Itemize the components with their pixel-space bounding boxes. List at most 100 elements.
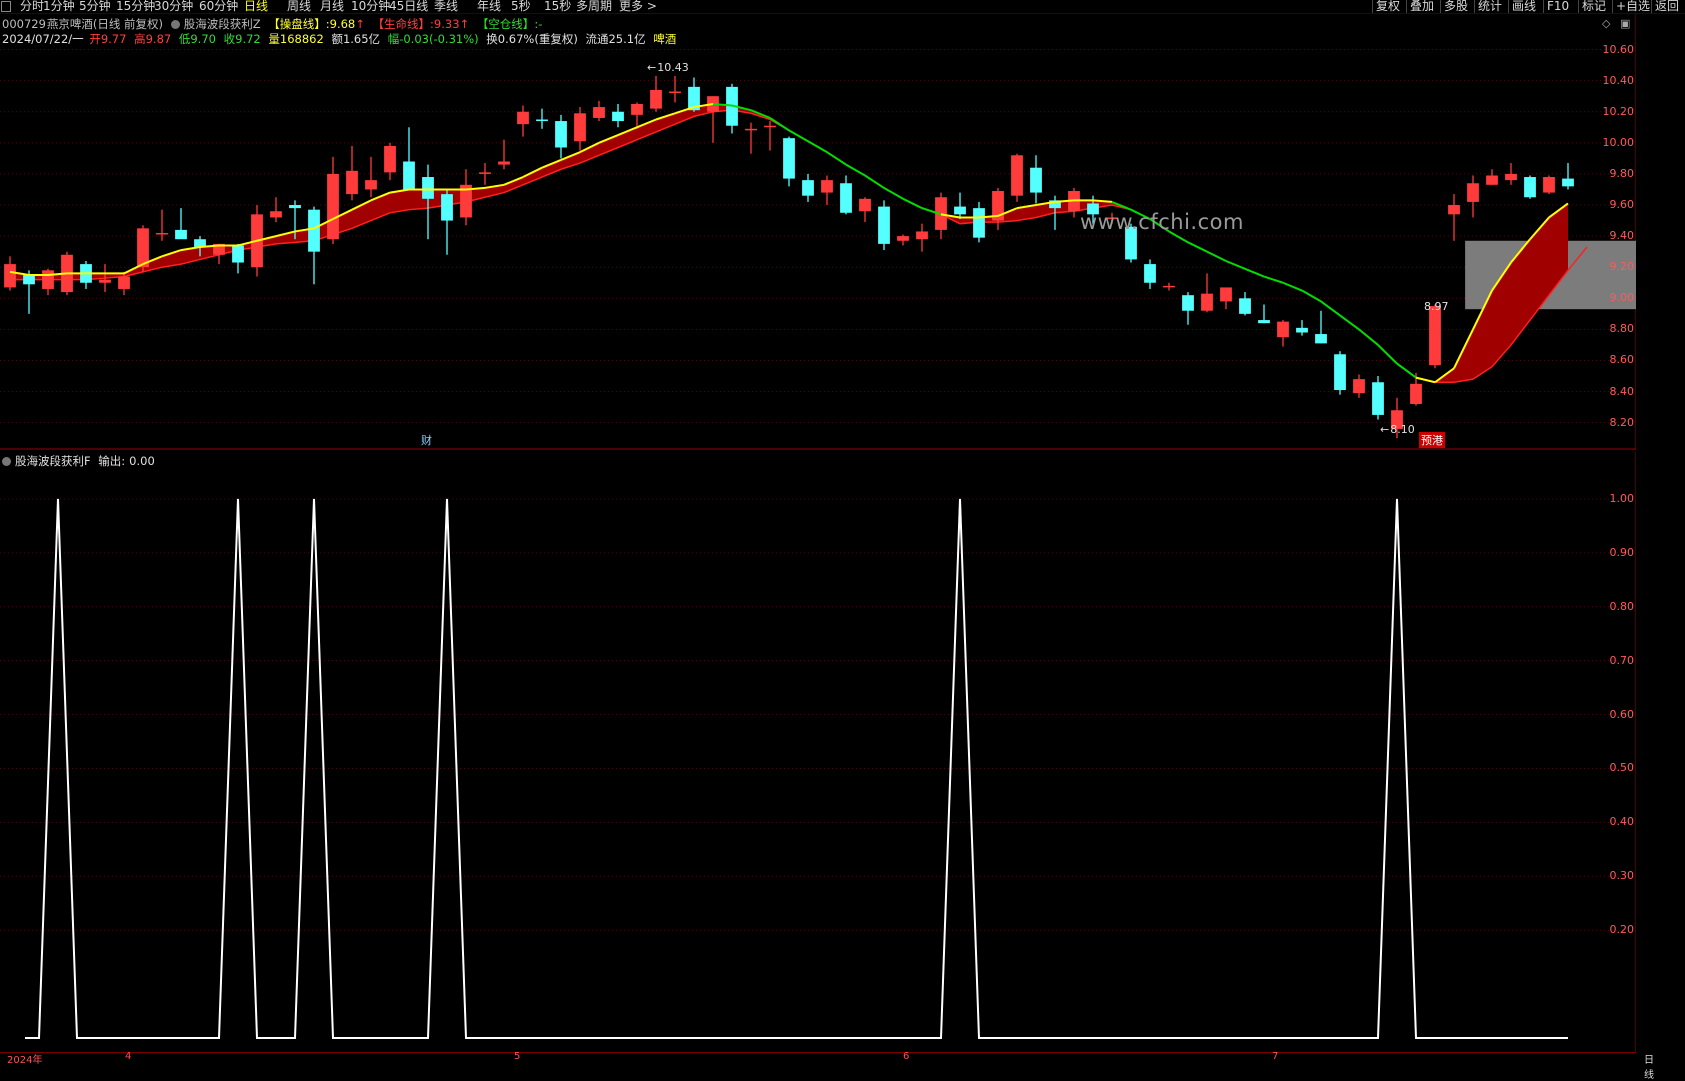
timeframe-tab-12[interactable]: 年线 [477,0,501,13]
candle[interactable] [365,156,377,198]
candle[interactable] [1524,175,1536,199]
timeframe-tab-10[interactable]: 45日线 [389,0,428,13]
timeframe-tab-3[interactable]: 15分钟 [116,0,155,13]
candle[interactable] [1182,292,1194,325]
sector-label[interactable]: 啤酒 [653,32,676,46]
candlestick-chart[interactable] [0,14,1636,450]
candle[interactable] [764,121,776,151]
candle[interactable] [878,200,890,251]
toolbar-button-4[interactable]: 画线 [1508,0,1539,13]
indicator-panel[interactable]: 股海波段获利F 输出: 0.00 1.00 0.90 0.80 0.70 0.60 0.50… [0,452,1636,1052]
candle[interactable] [1353,374,1365,398]
timeframe-tab-1[interactable]: 1分钟 [43,0,75,13]
timeframe-tab-0[interactable]: 分时 [20,0,44,13]
candle[interactable] [1220,287,1232,310]
candle[interactable] [1543,175,1555,195]
timeframe-tab-2[interactable]: 5分钟 [79,0,111,13]
candle[interactable] [403,127,415,190]
candle[interactable] [1277,320,1289,347]
toolbar-button-6[interactable]: 标记 [1578,0,1609,13]
event-yugang-badge[interactable]: 预港 [1419,432,1445,448]
candle[interactable] [498,139,510,170]
candle[interactable] [517,105,529,137]
indicator-toggle-icon[interactable] [170,20,180,29]
candle[interactable] [973,201,985,243]
candle[interactable] [536,108,548,129]
indicator-name[interactable]: 股海波段获利Z [184,17,261,31]
candle[interactable] [1448,194,1460,241]
candle[interactable] [707,96,719,143]
timeframe-tab-6[interactable]: 日线 [244,0,268,13]
window-icon[interactable]: ▣ [1620,17,1630,30]
toolbar-button-2[interactable]: 多股 [1440,0,1471,13]
candle[interactable] [346,145,358,201]
price-chart-panel[interactable]: 000729燕京啤酒(日线 前复权) 股海波段获利Z 【操盘线】:9.68↑ 【… [0,14,1636,450]
candle[interactable] [1201,273,1213,313]
timeframe-tab-14[interactable]: 15秒 [544,0,571,13]
candle[interactable] [42,268,54,296]
timeframe-tab-5[interactable]: 60分钟 [199,0,238,13]
candle[interactable] [479,163,491,185]
candle[interactable] [1239,292,1251,316]
candle[interactable] [612,103,624,128]
timeframe-tab-11[interactable]: 季线 [434,0,458,13]
candle[interactable] [802,173,814,202]
candle[interactable] [1068,187,1080,218]
toolbar-square-icon[interactable] [1,1,11,12]
candle[interactable] [1144,259,1156,289]
sub-indicator-toggle-icon[interactable] [2,457,11,466]
toolbar-button-0[interactable]: 复权 [1372,0,1403,13]
candle[interactable] [1505,163,1517,185]
candle[interactable] [1258,304,1270,324]
candle[interactable] [308,206,320,285]
period-indicator-label[interactable]: 日线 [1644,1051,1654,1081]
timeframe-tab-13[interactable]: 5秒 [511,0,531,13]
candle[interactable] [23,270,35,314]
candle[interactable] [156,209,168,241]
candle[interactable] [232,243,244,274]
candle[interactable] [384,142,396,181]
candle[interactable] [1315,310,1327,344]
candle[interactable] [1467,175,1479,218]
signal-chart[interactable] [0,452,1636,1052]
candle[interactable] [270,197,282,223]
candle[interactable] [441,189,453,255]
toolbar-button-8[interactable]: 返回 [1651,0,1682,13]
candle[interactable] [1372,376,1384,420]
candle[interactable] [1334,351,1346,395]
candle[interactable] [1486,169,1498,185]
toolbar-button-3[interactable]: 统计 [1474,0,1505,13]
candle[interactable] [897,234,909,246]
candle[interactable] [1429,304,1441,369]
candle[interactable] [916,223,928,252]
timeframe-tab-4[interactable]: 30分钟 [154,0,193,13]
candle[interactable] [650,75,662,112]
timeframe-tab-7[interactable]: 周线 [287,0,311,13]
candle[interactable] [574,107,586,151]
sub-indicator-name[interactable]: 股海波段获利F [15,454,91,468]
timeframe-tab-15[interactable]: 多周期 [576,0,612,13]
timeframe-tab-8[interactable]: 月线 [320,0,344,13]
timeframe-tab-9[interactable]: 10分钟 [351,0,390,13]
timeframe-tab-16[interactable]: 更多 > [619,0,657,13]
candle[interactable] [1562,163,1574,190]
candle[interactable] [1296,320,1308,336]
candle[interactable] [992,187,1004,230]
candle[interactable] [555,114,567,159]
candle[interactable] [669,75,681,103]
toolbar-button-7[interactable]: +自选 [1612,0,1653,13]
candle[interactable] [840,175,852,215]
candle[interactable] [80,260,92,289]
candle[interactable] [1011,153,1023,202]
candle[interactable] [213,243,225,265]
event-cai-badge[interactable]: 财 [419,432,434,448]
diamond-icon[interactable]: ◇ [1602,17,1610,30]
candle[interactable] [460,169,472,226]
candle[interactable] [175,208,187,240]
candle[interactable] [726,83,738,134]
candle[interactable] [859,197,871,223]
candle[interactable] [954,192,966,220]
candle[interactable] [1030,155,1042,204]
candle[interactable] [821,175,833,206]
candle[interactable] [1163,282,1175,291]
